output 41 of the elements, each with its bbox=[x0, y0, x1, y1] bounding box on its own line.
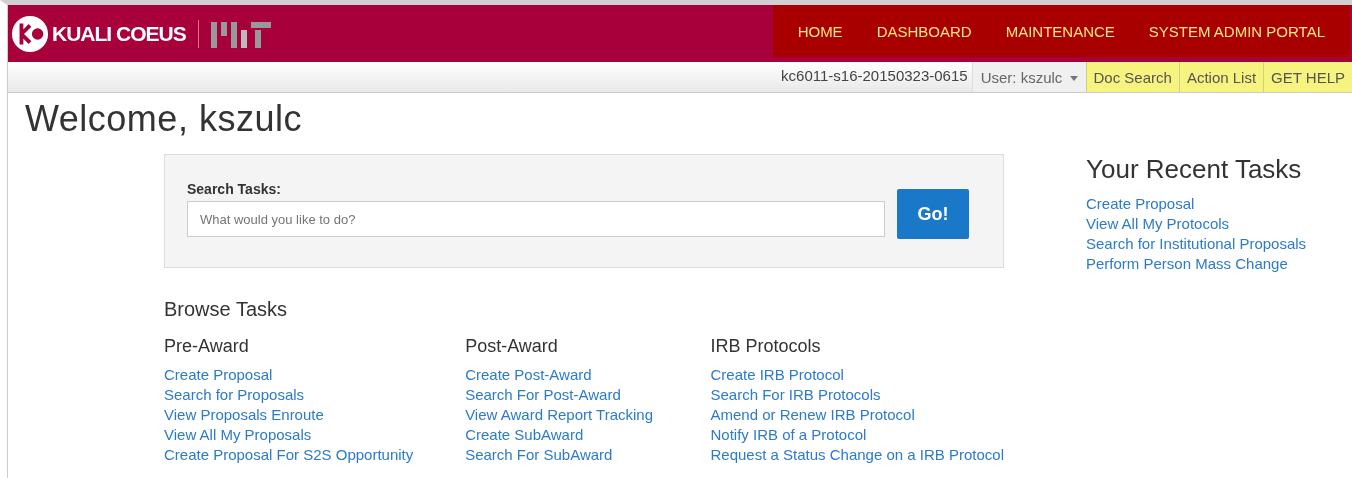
column-heading: Post-Award bbox=[465, 336, 559, 357]
task-link[interactable]: View Proposals Enroute bbox=[164, 405, 466, 425]
recent-heading: Your Recent Tasks bbox=[1086, 154, 1303, 185]
section-heading: Browse Tasks bbox=[164, 298, 288, 321]
recent-link[interactable]: View All My Protocols bbox=[1086, 214, 1307, 234]
nav-link[interactable]: SYSTEM ADMIN PORTAL bbox=[1131, 22, 1342, 40]
task-link[interactable]: Search For SubAward bbox=[465, 445, 711, 465]
search-field[interactable]: What would you like to do? bbox=[187, 201, 885, 237]
logo-icon bbox=[11, 14, 49, 53]
nav-link[interactable]: HOME bbox=[780, 22, 860, 40]
welcome-heading: Welcome, kszulc bbox=[25, 98, 303, 140]
task-link[interactable]: Create Proposal bbox=[164, 365, 466, 385]
nav-link[interactable]: MAINTENANCE bbox=[988, 22, 1132, 40]
task-link[interactable]: Create Post-Award bbox=[465, 365, 711, 385]
task-link[interactable]: Search For Post-Award bbox=[465, 385, 711, 405]
recent-link[interactable]: Perform Person Mass Change bbox=[1086, 254, 1307, 274]
recent-link[interactable]: Create Proposal bbox=[1086, 194, 1307, 214]
task-link[interactable]: Search for Proposals bbox=[164, 385, 466, 405]
column-heading: Pre-Award bbox=[164, 336, 250, 357]
task-link[interactable]: Amend or Renew IRB Protocol bbox=[710, 405, 1004, 425]
build-label: kc6011-s16-20150323-0615 bbox=[781, 66, 969, 84]
toolbar-link[interactable]: GET HELP bbox=[1263, 62, 1352, 92]
task-link[interactable]: Notify IRB of a Protocol bbox=[710, 425, 1004, 445]
task-link[interactable]: Search For IRB Protocols bbox=[710, 385, 1004, 405]
nav-link[interactable]: DASHBOARD bbox=[859, 22, 989, 40]
search-label: Search Tasks: bbox=[187, 181, 282, 197]
logo-icon bbox=[210, 19, 271, 48]
brand-name: KUALI COEUS bbox=[52, 21, 186, 46]
caret-icon bbox=[1069, 76, 1078, 82]
toolbar-link[interactable]: Doc Search bbox=[1085, 62, 1179, 92]
user-menu[interactable]: User: kszulc bbox=[971, 62, 1086, 92]
go-button[interactable]: Go! bbox=[897, 189, 969, 239]
task-link[interactable]: Create Proposal For S2S Opportunity bbox=[164, 445, 466, 465]
task-link[interactable]: Request a Status Change on a IRB Protocol bbox=[710, 445, 1004, 465]
recent-link[interactable]: Search for Institutional Proposals bbox=[1086, 234, 1307, 254]
task-link[interactable]: View All My Proposals bbox=[164, 425, 466, 445]
task-link[interactable]: View Award Report Tracking bbox=[465, 405, 711, 425]
task-link[interactable]: Create SubAward bbox=[465, 425, 711, 445]
column-heading: IRB Protocols bbox=[710, 336, 822, 357]
task-link[interactable]: Create IRB Protocol bbox=[710, 365, 1004, 385]
toolbar-link[interactable]: Action List bbox=[1178, 62, 1264, 92]
